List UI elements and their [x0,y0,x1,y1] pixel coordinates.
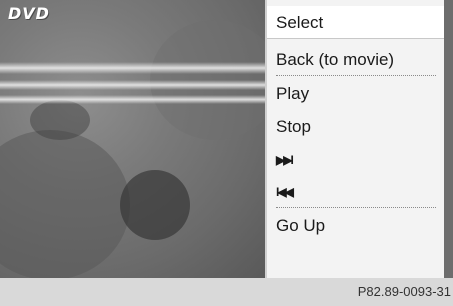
menu-item-label: Select [276,13,324,32]
menu-item-next-track[interactable]: ▶▶I [267,142,444,175]
video-light-streak [0,62,265,74]
menu-item-previous-track[interactable]: I◀◀ [267,174,444,207]
footer-bar: P82.89-0093-31 [0,278,453,306]
video-light-streak [0,80,265,90]
right-edge-strip [444,0,453,278]
menu-separator [276,207,436,208]
menu-item-label: Play [276,84,310,103]
video-shape [0,130,130,278]
menu-item-stop[interactable]: Stop [267,110,444,143]
menu-item-label: Go Up [276,216,326,235]
menu-item-select[interactable]: Select [267,6,444,39]
video-shape [120,170,190,240]
video-light-streak [0,95,265,104]
menu-item-go-up[interactable]: Go Up [267,209,444,242]
menu-separator [276,75,436,76]
video-background: DVD [0,0,265,278]
menu-item-back-to-movie[interactable]: Back (to movie) [267,43,444,76]
menu-item-play[interactable]: Play [267,77,444,110]
figure-code: P82.89-0093-31 [357,284,451,299]
dvd-source-label: DVD [8,4,50,23]
menu-item-label: Back (to movie) [276,50,395,69]
dvd-screen: DVD Select Back (to movie) Play Stop ▶▶I… [0,0,453,278]
video-shape [30,100,90,140]
skip-forward-icon: ▶▶I [276,153,294,167]
skip-back-icon: I◀◀ [276,185,294,199]
menu-item-label: Stop [276,117,311,136]
dvd-menu: Select Back (to movie) Play Stop ▶▶I I◀◀… [265,0,444,278]
